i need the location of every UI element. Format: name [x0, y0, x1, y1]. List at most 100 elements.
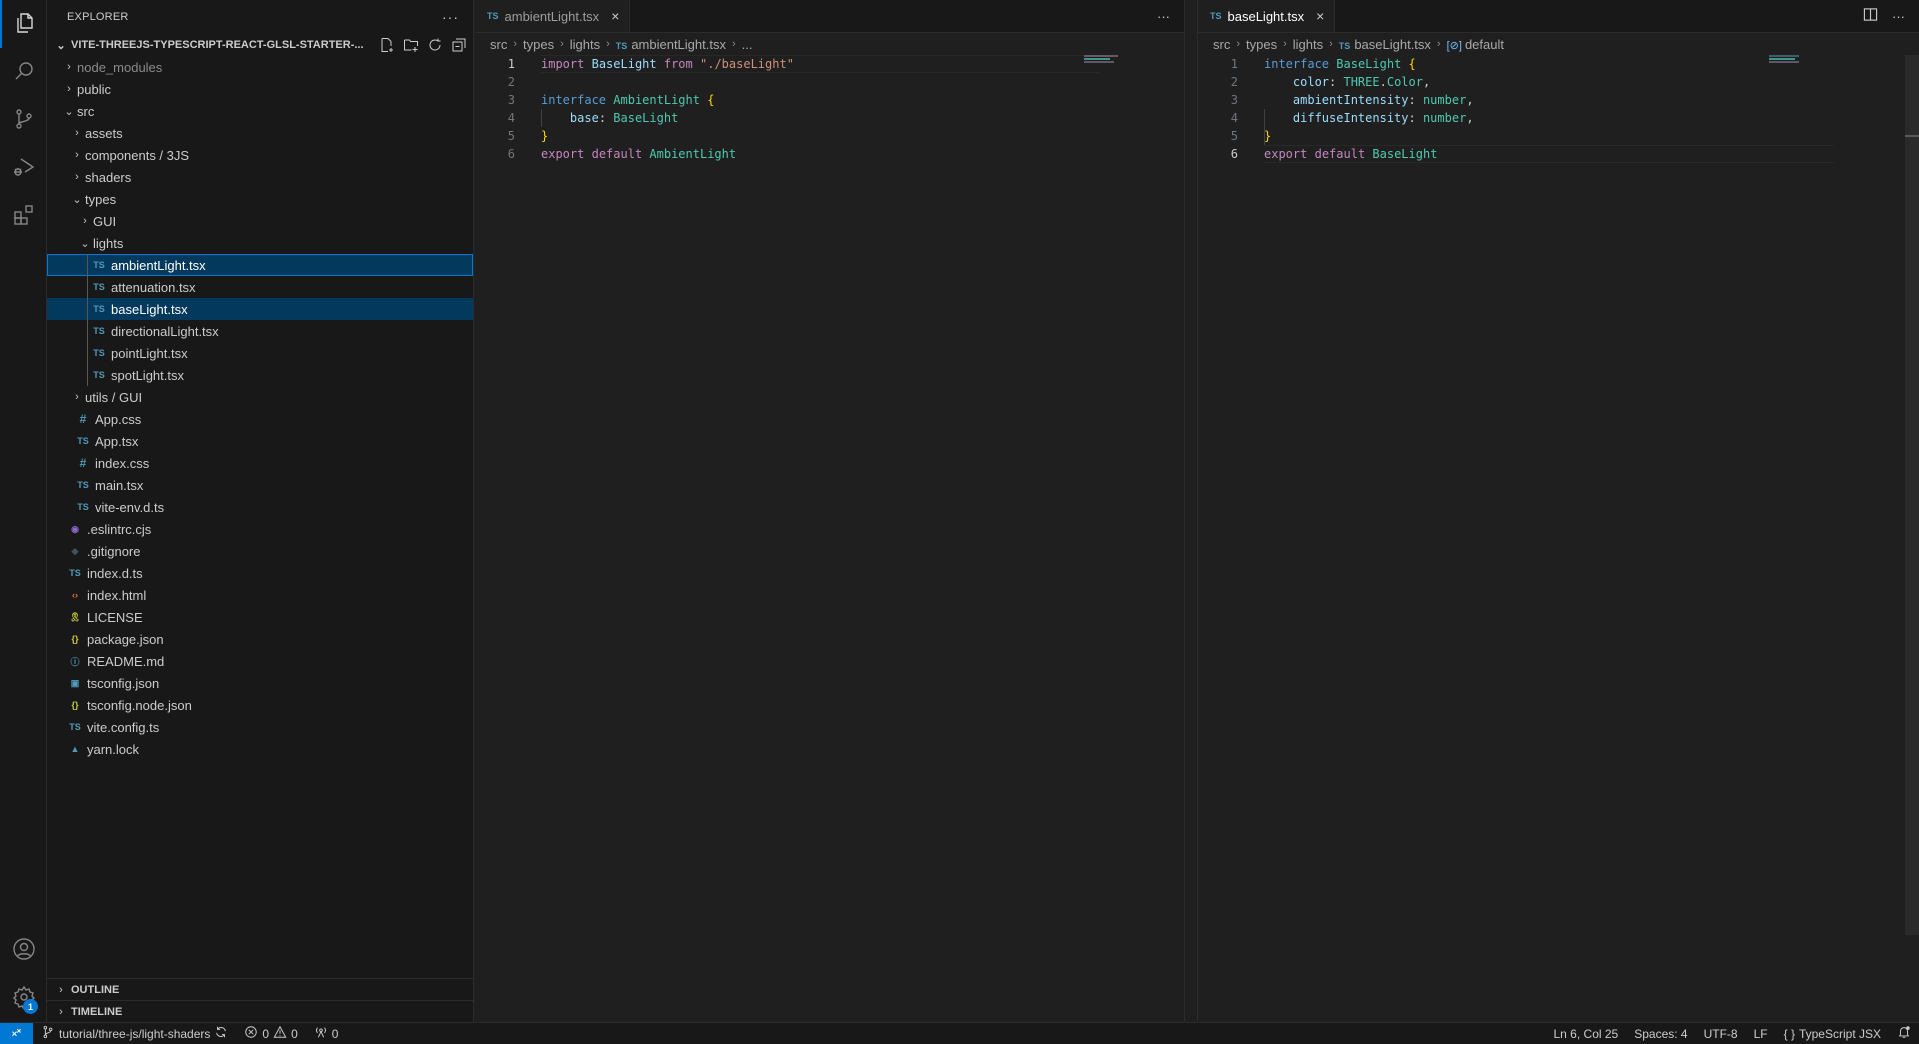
tree-file[interactable]: TS attenuation.tsx [47, 276, 473, 298]
tree-folder[interactable]: ⌄ lights [47, 232, 473, 254]
outline-panel-header[interactable]: › OUTLINE [47, 978, 474, 1000]
breadcrumb-item[interactable]: src [1213, 37, 1230, 52]
eol-status[interactable]: LF [1746, 1027, 1776, 1041]
breadcrumb-label: src [490, 36, 508, 52]
tree-folder[interactable]: › utils / GUI [47, 386, 473, 408]
language-mode[interactable]: { } TypeScript JSX [1776, 1027, 1889, 1041]
activity-search[interactable] [0, 48, 47, 96]
minimap[interactable] [1084, 55, 1164, 75]
tree-file[interactable]: TS ambientLight.tsx [47, 254, 473, 276]
breadcrumb-item[interactable]: lights [570, 37, 600, 52]
tree-file[interactable]: ▣ tsconfig.json [47, 672, 473, 694]
breadcrumb-item[interactable]: types [1246, 37, 1277, 52]
breadcrumb-item[interactable]: types [523, 37, 554, 52]
cursor-position[interactable]: Ln 6, Col 25 [1546, 1027, 1627, 1041]
code-text: color: THREE.Color, [1238, 75, 1430, 89]
indentation-status[interactable]: Spaces: 4 [1626, 1027, 1695, 1041]
ports-status[interactable]: 0 [306, 1025, 347, 1042]
editor-more-button[interactable]: ··· [1892, 9, 1905, 24]
breadcrumb-item[interactable]: lights [1293, 37, 1323, 52]
tree-file[interactable]: TS directionalLight.tsx [47, 320, 473, 342]
editor-more-button[interactable]: ··· [1157, 9, 1170, 24]
tree-file[interactable]: TS vite-env.d.ts [47, 496, 473, 518]
refresh-button[interactable] [427, 37, 443, 53]
chevron-down-icon: ⌄ [56, 39, 66, 52]
json-file-icon: {} [71, 700, 79, 710]
tree-folder[interactable]: › assets [47, 122, 473, 144]
tree-folder[interactable]: › shaders [47, 166, 473, 188]
close-icon[interactable]: × [1316, 8, 1324, 24]
activity-run-debug[interactable] [0, 144, 47, 192]
minimap[interactable] [1769, 55, 1849, 75]
branch-status[interactable]: tutorial/three-js/light-shaders [33, 1025, 236, 1042]
code-token: { [707, 93, 715, 107]
activity-accounts[interactable] [0, 926, 47, 974]
tree-file[interactable]: TS pointLight.tsx [47, 342, 473, 364]
tree-file[interactable]: 🎗 LICENSE [47, 606, 473, 628]
encoding-status[interactable]: UTF-8 [1696, 1027, 1746, 1041]
scrollbar-cursor-marker [1905, 135, 1919, 137]
sync-icon[interactable] [214, 1025, 228, 1042]
tree-item-label: index.html [87, 587, 147, 603]
tree-folder[interactable]: ⌄ types [47, 188, 473, 210]
breadcrumb-item[interactable]: src [490, 37, 507, 52]
code-token: BaseLight [1336, 57, 1402, 71]
tree-file[interactable]: ‹› index.html [47, 584, 473, 606]
tab-ambientlight[interactable]: TS ambientLight.tsx × [475, 0, 631, 32]
breadcrumb-item[interactable]: [⊘] default [1447, 37, 1504, 52]
breadcrumb-item[interactable]: ... [742, 37, 753, 52]
tree-file[interactable]: TS App.tsx [47, 430, 473, 452]
activity-source-control[interactable] [0, 96, 47, 144]
code-editor[interactable]: 1 import BaseLight from "./baseLight" 2 3 in… [475, 55, 1184, 163]
code-text: base: BaseLight [515, 111, 678, 125]
tree-file[interactable]: TS vite.config.ts [47, 716, 473, 738]
tree-folder[interactable]: › GUI [47, 210, 473, 232]
activity-explorer[interactable] [0, 0, 47, 48]
problems-status[interactable]: 0 0 [236, 1025, 305, 1042]
json-file-icon: {} [71, 634, 79, 644]
tab-baselight[interactable]: TS baseLight.tsx × [1198, 0, 1336, 32]
collapse-all-button[interactable] [451, 37, 467, 53]
new-folder-button[interactable] [403, 37, 419, 53]
eslint-file-icon: ◉ [71, 523, 79, 534]
workspace-root[interactable]: ⌄ VITE-THREEJS-TYPESCRIPT-REACT-GLSL-STA… [47, 34, 473, 56]
extensions-icon [12, 203, 36, 230]
code-token: interface [1264, 57, 1330, 71]
timeline-panel-header[interactable]: › TIMELINE [47, 1000, 474, 1022]
vertical-scrollbar[interactable] [1905, 55, 1919, 935]
tree-folder[interactable]: › node_modules [47, 56, 473, 78]
code-token: "./baseLight" [700, 57, 794, 71]
tree-file[interactable]: TS index.d.ts [47, 562, 473, 584]
tree-file[interactable]: {} tsconfig.node.json [47, 694, 473, 716]
remote-indicator[interactable] [0, 1022, 33, 1044]
explorer-more-button[interactable]: ··· [442, 9, 459, 25]
tree-file[interactable]: TS baseLight.tsx [47, 298, 473, 320]
activity-manage[interactable]: 1 [0, 974, 47, 1022]
new-file-button[interactable] [379, 37, 395, 53]
tree-file[interactable]: # App.css [47, 408, 473, 430]
tree-file[interactable]: # index.css [47, 452, 473, 474]
indent-guide [87, 254, 88, 276]
activity-extensions[interactable] [0, 192, 47, 240]
notifications-button[interactable] [1889, 1025, 1919, 1042]
tree-folder[interactable]: › components / 3JS [47, 144, 473, 166]
close-icon[interactable]: × [611, 8, 619, 24]
account-icon [12, 937, 36, 964]
tree-folder[interactable]: ⌄ src [47, 100, 473, 122]
tree-file[interactable]: ◆ .gitignore [47, 540, 473, 562]
breadcrumb-item[interactable]: TS ambientLight.tsx [616, 37, 726, 52]
tree-file[interactable]: TS main.tsx [47, 474, 473, 496]
tree-file[interactable]: ▲ yarn.lock [47, 738, 473, 760]
code-token: color [1292, 75, 1330, 89]
tree-file[interactable]: {} package.json [47, 628, 473, 650]
tree-file[interactable]: TS spotLight.tsx [47, 364, 473, 386]
css-file-icon: # [79, 456, 87, 470]
tree-file[interactable]: ◉ .eslintrc.cjs [47, 518, 473, 540]
split-editor-icon[interactable] [1863, 7, 1878, 25]
tree-file[interactable]: ⓘ README.md [47, 650, 473, 672]
tree-item-label: .eslintrc.cjs [87, 521, 152, 537]
breadcrumb-item[interactable]: TS baseLight.tsx [1339, 37, 1431, 52]
tree-folder[interactable]: › public [47, 78, 473, 100]
chevron-right-icon: › [731, 38, 736, 50]
